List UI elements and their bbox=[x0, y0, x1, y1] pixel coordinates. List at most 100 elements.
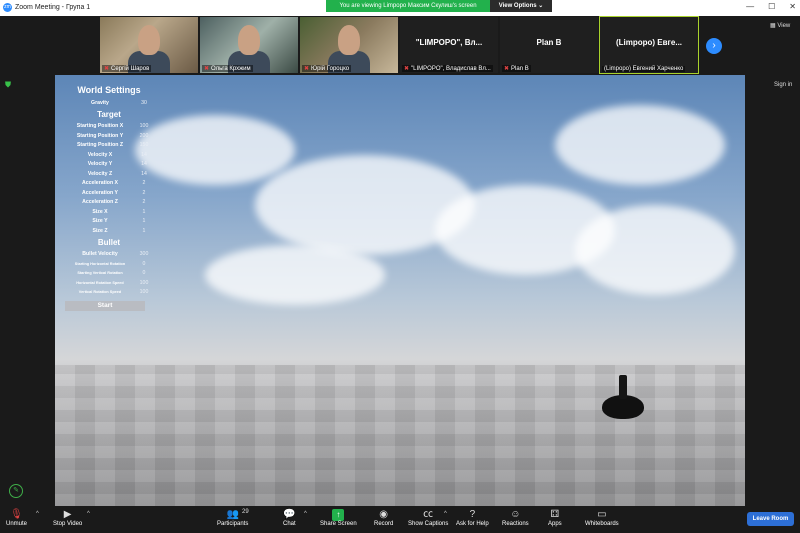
share-screen-icon: ↑ bbox=[332, 509, 345, 521]
participant-avatar bbox=[138, 25, 160, 55]
whiteboards-button[interactable]: ▭ Whiteboards bbox=[585, 509, 619, 527]
cloud bbox=[555, 105, 725, 185]
participant-avatar bbox=[238, 25, 260, 55]
maximize-icon[interactable]: ☐ bbox=[768, 2, 775, 11]
participant-tile[interactable]: ✖ Сергій Шаров bbox=[100, 17, 198, 73]
next-page-arrow-icon[interactable]: › bbox=[706, 38, 722, 54]
setting-value[interactable]: 100 bbox=[135, 280, 153, 286]
setting-row: Size Y1 bbox=[65, 217, 153, 227]
meeting-toolbar: 🎙 Unmute ^ ▶ Stop Video ^ 👥 Participants… bbox=[0, 506, 800, 533]
setting-value[interactable]: 2 bbox=[135, 180, 153, 186]
leave-room-button[interactable]: Leave Room bbox=[747, 512, 794, 526]
setting-value[interactable]: 1 bbox=[135, 228, 153, 234]
participants-count: 29 bbox=[242, 509, 249, 515]
participant-name: Plan B bbox=[511, 66, 529, 72]
setting-value[interactable]: 2 bbox=[135, 199, 153, 205]
chat-icon: 💬 bbox=[283, 509, 296, 520]
stop-video-button[interactable]: ▶ Stop Video bbox=[53, 509, 82, 527]
setting-row: Starting Position Z 150 bbox=[65, 141, 153, 151]
chevron-up-icon[interactable]: ^ bbox=[36, 511, 39, 517]
window-title-bar: zm Zoom Meeting - Група 1 You are viewin… bbox=[0, 0, 800, 16]
setting-value[interactable]: 1 bbox=[135, 209, 153, 215]
ground-plane bbox=[55, 365, 745, 506]
participant-tile[interactable]: ✖ Ольга Крхжим bbox=[200, 17, 298, 73]
setting-value[interactable]: 2 bbox=[135, 190, 153, 196]
bullet-heading: Bullet bbox=[97, 237, 121, 247]
chevron-up-icon[interactable]: ^ bbox=[87, 511, 90, 517]
setting-row: Velocity Y 14 bbox=[65, 160, 153, 170]
shield-icon[interactable]: ⛊ bbox=[5, 81, 13, 89]
target-heading: Target bbox=[97, 109, 121, 119]
mic-muted-icon: ✖ bbox=[104, 66, 110, 72]
participant-name: "LIMPOPO", Владислав Вл... bbox=[411, 66, 491, 72]
chat-button[interactable]: 💬 Chat bbox=[283, 509, 296, 527]
setting-value[interactable]: 30 bbox=[135, 100, 153, 106]
setting-value[interactable]: 1 bbox=[135, 218, 153, 224]
help-icon: ? bbox=[469, 509, 476, 520]
view-options-button[interactable]: View Options ⌄ bbox=[490, 0, 552, 12]
setting-value[interactable]: 14 bbox=[135, 152, 153, 158]
setting-row: Gravity 30 bbox=[65, 98, 153, 108]
smiley-icon: ☺ bbox=[510, 509, 521, 520]
participant-name: Юрій Гороцко bbox=[311, 66, 350, 72]
setting-row: Size Z1 bbox=[65, 226, 153, 236]
setting-value[interactable]: 14 bbox=[135, 161, 153, 167]
participant-tile[interactable]: "LIMPOPO", Вл... ✖ "LIMPOPO", Владислав В… bbox=[400, 17, 498, 73]
setting-value[interactable]: 0 bbox=[135, 270, 153, 276]
setting-value[interactable]: 150 bbox=[135, 142, 153, 148]
participant-strip: ✖ Сергій Шаров ✖ Ольга Крхжим ✖ Юрій Гороцк… bbox=[0, 16, 800, 74]
participant-name: (Limpopo) Евгений Харченко bbox=[604, 66, 684, 72]
start-button[interactable]: Start bbox=[65, 301, 145, 311]
setting-value[interactable]: 0 bbox=[135, 261, 153, 267]
record-button[interactable]: ◉ Record bbox=[374, 509, 393, 527]
setting-row: Starting Position Y 200 bbox=[65, 131, 153, 141]
apps-icon: ⚃ bbox=[550, 509, 560, 520]
setting-value[interactable]: 300 bbox=[135, 251, 153, 257]
ask-for-help-button[interactable]: ? Ask for Help bbox=[456, 509, 489, 527]
setting-value[interactable]: 100 bbox=[135, 289, 153, 295]
screen-share-banner: You are viewing Limpopo Максим Скулиш's … bbox=[326, 0, 490, 12]
setting-value[interactable]: 200 bbox=[135, 133, 153, 139]
participant-tile[interactable]: (Limpopo) Евге... (Limpopo) Евгений Харч… bbox=[599, 16, 699, 74]
setting-row: Vertical Rotation Speed 100 bbox=[65, 288, 153, 298]
unmute-button[interactable]: 🎙 Unmute bbox=[6, 509, 27, 527]
sign-in-link[interactable]: Sign in bbox=[774, 82, 792, 88]
setting-value[interactable]: 100 bbox=[135, 123, 153, 129]
setting-row: Acceleration Z2 bbox=[65, 198, 153, 208]
cloud bbox=[205, 245, 385, 305]
mic-muted-icon: ✖ bbox=[504, 66, 510, 72]
mic-muted-icon: 🎙 bbox=[10, 509, 23, 520]
setting-value[interactable]: 14 bbox=[135, 171, 153, 177]
video-camera-icon: ▶ bbox=[63, 509, 72, 520]
whiteboard-icon: ▭ bbox=[597, 509, 607, 520]
participant-tile[interactable]: Plan B ✖ Plan B bbox=[500, 17, 598, 73]
apps-button[interactable]: ⚃ Apps bbox=[548, 509, 562, 527]
chevron-up-icon[interactable]: ^ bbox=[304, 511, 307, 517]
setting-row: Acceleration X2 bbox=[65, 179, 153, 189]
record-icon: ◉ bbox=[379, 509, 389, 520]
chevron-up-icon[interactable]: ^ bbox=[444, 511, 447, 517]
show-captions-button[interactable]: ㏄ Show Captions bbox=[408, 509, 448, 527]
close-icon[interactable]: ✕ bbox=[789, 2, 796, 11]
reactions-button[interactable]: ☺ Reactions bbox=[502, 509, 529, 527]
world-settings-heading: World Settings bbox=[77, 85, 141, 95]
participant-name: Ольга Крхжим bbox=[211, 66, 251, 72]
setting-row: Starting Position X 100 bbox=[65, 122, 153, 132]
setting-row: Bullet Velocity 300 bbox=[65, 250, 153, 260]
minimize-icon[interactable]: — bbox=[746, 2, 754, 11]
zoom-logo-icon: zm bbox=[3, 3, 12, 12]
mic-muted-icon: ✖ bbox=[404, 66, 410, 72]
participant-name: Сергій Шаров bbox=[111, 66, 150, 72]
window-controls: — ☐ ✕ bbox=[746, 2, 796, 11]
participant-display-name: (Limpopo) Евге... bbox=[615, 38, 683, 47]
view-button[interactable]: ▦ View bbox=[770, 22, 790, 29]
participant-tile[interactable]: ✖ Юрій Гороцко bbox=[300, 17, 398, 73]
mic-muted-icon: ✖ bbox=[304, 66, 310, 72]
participant-display-name: "LIMPOPO", Вл... bbox=[415, 38, 483, 47]
window-title: Zoom Meeting - Група 1 bbox=[15, 4, 91, 11]
annotate-pen-icon[interactable]: ✎ bbox=[9, 484, 23, 498]
share-screen-button[interactable]: ↑ Share Screen bbox=[320, 509, 357, 527]
setting-row: Velocity Z 14 bbox=[65, 169, 153, 179]
cloud bbox=[575, 205, 735, 295]
settings-panel: World Settings Gravity 30 Target Starting… bbox=[65, 83, 153, 311]
